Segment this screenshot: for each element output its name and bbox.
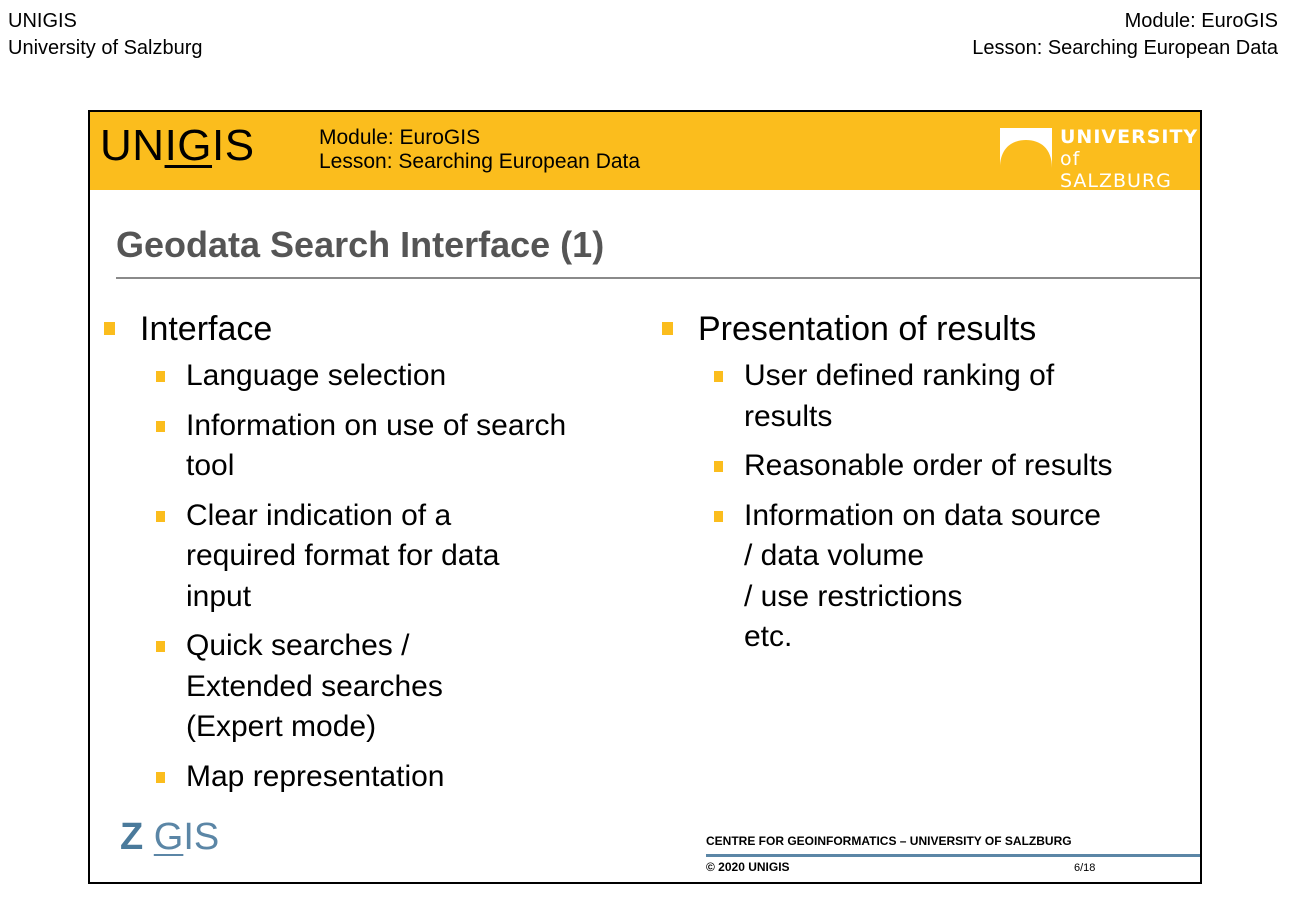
bullet-heading: Interface bbox=[102, 308, 642, 350]
bullet-line: Quick searches / bbox=[186, 629, 410, 662]
bullet-line: Information on data source bbox=[744, 498, 1101, 532]
header-org: UNIGIS bbox=[8, 10, 77, 32]
title-divider bbox=[116, 277, 1200, 279]
header-module: Module: EuroGIS bbox=[1124, 10, 1278, 32]
footer-centre: CENTRE FOR GEOINFORMATICS – UNIVERSITY O… bbox=[706, 834, 1072, 848]
bullet-heading: Presentation of results bbox=[660, 308, 1180, 350]
bullet-line: User defined ranking of bbox=[744, 359, 1055, 392]
bullet-square-icon bbox=[156, 641, 165, 652]
zgis-logo-g: G bbox=[153, 816, 184, 858]
bullet-square-icon bbox=[714, 510, 723, 522]
right-column: Presentation of results User defined ran… bbox=[660, 308, 1180, 667]
bullet-square-icon bbox=[714, 371, 723, 382]
university-logo: UNIVERSITY of SALZBURG bbox=[1000, 126, 1197, 192]
footer-copyright: © 2020 UNIGIS bbox=[706, 860, 790, 874]
university-line2: of SALZBURG bbox=[1060, 148, 1172, 192]
university-arch-icon bbox=[1000, 128, 1052, 168]
banner-module: Module: EuroGIS bbox=[319, 126, 481, 149]
unigis-logo: UNIGIS bbox=[100, 122, 255, 170]
slide-title: Geodata Search Interface (1) bbox=[116, 224, 605, 265]
header-university: University of Salzburg bbox=[8, 37, 203, 59]
bullet-line: etc. bbox=[744, 620, 793, 653]
bullet-line: Extended searches bbox=[186, 669, 443, 703]
bullet-line: Reasonable order of results bbox=[744, 449, 1113, 482]
zgis-logo: Z GIS bbox=[120, 816, 219, 858]
bullet-square-icon bbox=[714, 461, 723, 472]
bullet-heading-text: Presentation of results bbox=[698, 310, 1037, 348]
bullet-line: input bbox=[186, 579, 252, 613]
bullet-square-icon bbox=[662, 322, 673, 335]
banner-lesson: Lesson: Searching European Data bbox=[319, 150, 641, 173]
logo-part-underlined: IG bbox=[164, 121, 213, 170]
bullet-line: / use restrictions bbox=[744, 579, 963, 613]
bullet-item: Map representation bbox=[102, 757, 642, 798]
bullet-item: Clear indication of a required format for… bbox=[102, 496, 642, 618]
bullet-line: required format for data bbox=[186, 539, 500, 572]
bullet-item: User defined ranking of results bbox=[660, 356, 1180, 437]
bullet-line: Map representation bbox=[186, 759, 445, 793]
bullet-item: Reasonable order of results bbox=[660, 446, 1180, 487]
bullet-item: Information on data source / data volume /… bbox=[660, 496, 1180, 658]
banner-module-info: Module: EuroGIS Lesson: Searching Europe… bbox=[319, 126, 640, 174]
bullet-item: Quick searches / Extended searches (Expert… bbox=[102, 626, 642, 748]
bullet-line: Language selection bbox=[186, 359, 447, 392]
bullet-square-icon bbox=[156, 420, 165, 432]
footer-divider bbox=[706, 854, 1200, 857]
bullet-square-icon bbox=[156, 771, 165, 783]
bullet-line: / data volume bbox=[744, 539, 925, 572]
slide-banner: UNIGIS Module: EuroGIS Lesson: Searching… bbox=[90, 112, 1200, 192]
page-header-left: UNIGIS University of Salzburg bbox=[8, 8, 203, 62]
bullet-square-icon bbox=[104, 322, 115, 335]
bullet-line: Clear indication of a bbox=[186, 498, 452, 532]
zgis-logo-z: Z bbox=[120, 816, 144, 858]
page-header-right: Module: EuroGIS Lesson: Searching Europe… bbox=[972, 8, 1278, 62]
university-line1: UNIVERSITY bbox=[1060, 126, 1199, 148]
bullet-square-icon bbox=[156, 510, 165, 522]
bullet-item: Language selection bbox=[102, 356, 642, 397]
zgis-logo-rest: IS bbox=[183, 816, 220, 858]
bullet-line: (Expert mode) bbox=[186, 710, 377, 743]
logo-part: IS bbox=[212, 121, 255, 170]
bullet-item: Information on use of search tool bbox=[102, 406, 642, 487]
bullet-line: results bbox=[744, 399, 833, 433]
university-logo-text: UNIVERSITY of SALZBURG bbox=[1060, 126, 1198, 192]
logo-part: UN bbox=[100, 121, 165, 170]
bullet-heading-text: Interface bbox=[140, 310, 273, 348]
slide-page-number: 6/18 bbox=[1074, 862, 1096, 874]
bullet-line: Information on use of search bbox=[186, 408, 567, 442]
bullet-line: tool bbox=[186, 449, 235, 482]
bullet-square-icon bbox=[156, 371, 165, 382]
header-lesson: Lesson: Searching European Data bbox=[972, 37, 1278, 59]
left-column: Interface Language selection Information… bbox=[102, 308, 642, 806]
slide: UNIGIS Module: EuroGIS Lesson: Searching… bbox=[88, 110, 1202, 884]
